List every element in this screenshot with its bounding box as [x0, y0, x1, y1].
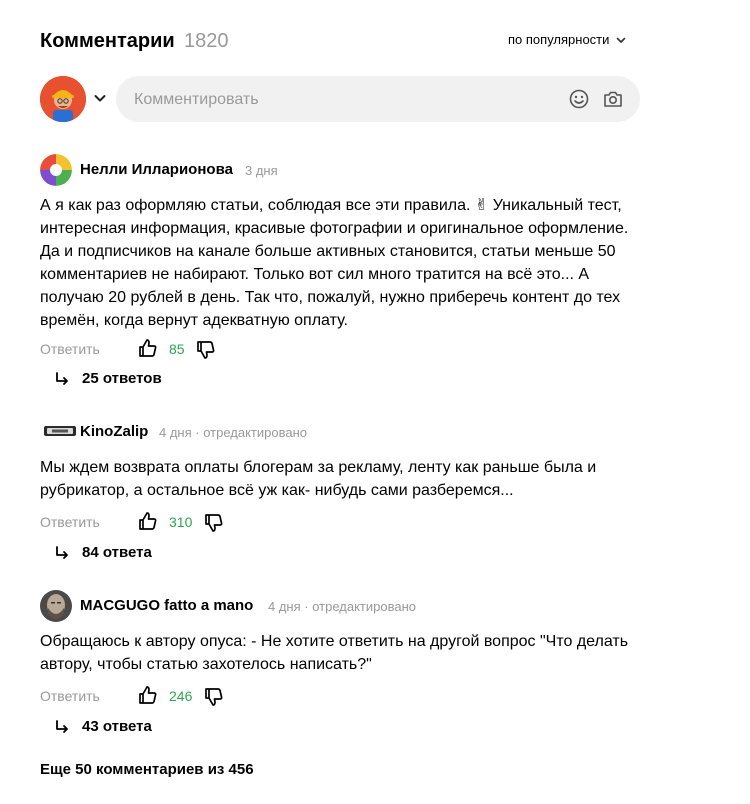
emoji-icon[interactable]: [568, 88, 590, 110]
comment-input[interactable]: [132, 76, 566, 124]
thumbs-up-icon[interactable]: [138, 338, 158, 358]
sort-dropdown[interactable]: по популярности: [508, 32, 627, 47]
thumbs-down-icon[interactable]: [204, 687, 224, 707]
thumbs-down-icon[interactable]: [204, 513, 224, 533]
photo-avatar: [40, 590, 72, 622]
comment-author[interactable]: KinoZalip: [80, 423, 148, 440]
like-count: 85: [169, 341, 185, 357]
replies-toggle[interactable]: 43 ответа: [54, 718, 152, 735]
avatar-illustration: [40, 76, 86, 122]
reply-arrow-icon: [56, 371, 68, 385]
like-count: 246: [169, 688, 193, 704]
replies-count: 43 ответа: [82, 718, 152, 735]
colorful-logo-avatar: [40, 154, 72, 186]
comment-time: 4 дня · отредактировано: [159, 425, 307, 440]
thumbs-up-icon[interactable]: [138, 511, 158, 531]
replies-toggle[interactable]: 25 ответов: [54, 370, 162, 387]
comment-avatar[interactable]: [40, 415, 80, 447]
comment-author[interactable]: MACGUGO fatto a mano: [80, 597, 253, 614]
replies-count: 84 ответа: [82, 544, 152, 561]
reply-button[interactable]: Ответить: [40, 514, 100, 530]
user-avatar[interactable]: [40, 76, 86, 122]
comment-avatar[interactable]: [40, 590, 72, 622]
comment-text: Обращаюсь к автору опуса: - Не хотите от…: [40, 633, 629, 673]
account-chevron-icon[interactable]: [92, 90, 108, 106]
comment-time: 3 дня: [245, 163, 278, 178]
sort-label: по популярности: [508, 32, 610, 47]
reply-button[interactable]: Ответить: [40, 341, 100, 357]
camera-icon[interactable]: [602, 88, 624, 110]
comment-avatar[interactable]: [40, 154, 72, 186]
replies-count: 25 ответов: [82, 370, 162, 387]
comment-text: А я как раз оформляю статьи, соблюдая вс…: [40, 197, 629, 329]
comment-time: 4 дня · отредактировано: [268, 599, 416, 614]
replies-toggle[interactable]: 84 ответа: [54, 544, 152, 561]
thumbs-up-icon[interactable]: [138, 685, 158, 705]
comments-title: Комментарии: [40, 30, 175, 52]
like-count: 310: [169, 514, 193, 530]
load-more-comments[interactable]: Еще 50 комментариев из 456: [40, 761, 254, 778]
thumbs-down-icon[interactable]: [196, 340, 216, 360]
comment-text: Мы ждем возврата оплаты блогерам за рекл…: [40, 459, 597, 499]
comment-author[interactable]: Нелли Илларионова: [80, 161, 233, 178]
reply-button[interactable]: Ответить: [40, 688, 100, 704]
comments-count: 1820: [184, 30, 229, 52]
reply-arrow-icon: [56, 719, 68, 733]
chevron-down-icon: [617, 37, 626, 43]
reply-arrow-icon: [56, 545, 68, 559]
comment-composer: [116, 76, 640, 124]
kinozalip-logo-avatar: [44, 426, 76, 436]
